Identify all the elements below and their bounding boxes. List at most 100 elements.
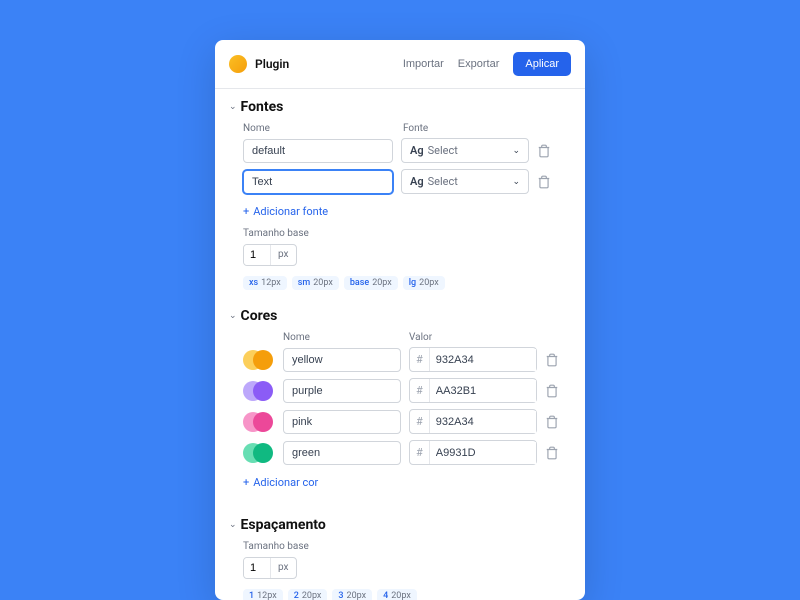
swatch-dot (253, 381, 273, 401)
color-name-input[interactable] (283, 379, 401, 403)
hex-value[interactable] (430, 349, 536, 371)
header-actions: Importar Exportar Aplicar (403, 52, 571, 76)
font-select[interactable]: Ag Select ⌄ (401, 138, 529, 163)
hash-prefix: # (410, 441, 430, 464)
fonts-section: ⌄ Fontes Nome Fonte Ag Select ⌄ (229, 99, 571, 290)
base-size-unit: px (270, 558, 296, 578)
spacing-header[interactable]: ⌄ Espaçamento (229, 517, 571, 533)
hash-prefix: # (410, 379, 430, 402)
scale-chip[interactable]: base20px (344, 276, 398, 290)
font-row: Ag Select ⌄ (229, 138, 571, 163)
chevron-down-icon: ⌄ (229, 102, 237, 112)
font-name-input[interactable] (243, 170, 393, 194)
fonts-header[interactable]: ⌄ Fontes (229, 99, 571, 115)
hex-value[interactable] (430, 442, 536, 464)
trash-icon (545, 446, 559, 460)
base-size-label: Tamanho base (243, 228, 571, 239)
font-name-input[interactable] (243, 139, 393, 163)
color-name-input[interactable] (283, 348, 401, 372)
base-size-unit: px (270, 245, 296, 265)
chevron-down-icon: ⌄ (512, 177, 520, 187)
font-select[interactable]: Ag Select ⌄ (401, 169, 529, 194)
add-color-label: Adicionar cor (253, 476, 318, 489)
content: ⌄ Fontes Nome Fonte Ag Select ⌄ (215, 89, 585, 600)
trash-icon (537, 144, 551, 158)
scale-chip[interactable]: 420px (377, 589, 417, 600)
value-label: Valor (409, 332, 432, 343)
name-label: Nome (243, 123, 393, 134)
base-size-value[interactable] (244, 558, 270, 578)
color-hex-input: # (409, 347, 537, 372)
chevron-down-icon: ⌄ (229, 520, 237, 530)
delete-button[interactable] (545, 352, 561, 368)
chevron-down-icon: ⌄ (512, 146, 520, 156)
font-label: Fonte (403, 123, 571, 134)
colors-header[interactable]: ⌄ Cores (229, 308, 571, 324)
hex-value[interactable] (430, 380, 536, 402)
font-preview-icon: Ag (410, 175, 424, 188)
logo-icon (229, 55, 247, 73)
color-swatch[interactable] (243, 411, 275, 433)
color-row: # (229, 440, 571, 465)
font-scale-chips: xs12px sm20px base20px lg20px (243, 276, 571, 290)
export-button[interactable]: Exportar (458, 58, 500, 70)
color-row: # (229, 347, 571, 372)
app-name: Plugin (255, 57, 289, 71)
spacing-scale-chips: 112px 220px 320px 420px (243, 589, 571, 600)
scale-chip[interactable]: 112px (243, 589, 283, 600)
swatch-dot (253, 443, 273, 463)
font-preview-icon: Ag (410, 144, 424, 157)
base-size-input: px (243, 244, 297, 266)
spacing-title: Espaçamento (241, 517, 326, 533)
trash-icon (537, 175, 551, 189)
color-hex-input: # (409, 440, 537, 465)
hash-prefix: # (410, 348, 430, 371)
color-hex-input: # (409, 378, 537, 403)
delete-button[interactable] (537, 174, 553, 190)
base-size-input: px (243, 557, 297, 579)
color-row: # (229, 378, 571, 403)
plus-icon: + (243, 205, 249, 218)
color-name-input[interactable] (283, 441, 401, 465)
scale-chip[interactable]: 320px (332, 589, 372, 600)
font-select-placeholder: Select (428, 144, 458, 157)
chevron-down-icon: ⌄ (229, 311, 237, 321)
add-color-button[interactable]: + Adicionar cor (243, 476, 318, 489)
name-label: Nome (283, 332, 401, 343)
swatch-dot (253, 350, 273, 370)
color-swatch[interactable] (243, 349, 275, 371)
hash-prefix: # (410, 410, 430, 433)
trash-icon (545, 384, 559, 398)
add-font-label: Adicionar fonte (253, 205, 328, 218)
header: Plugin Importar Exportar Aplicar (215, 40, 585, 89)
font-select-placeholder: Select (428, 175, 458, 188)
color-name-input[interactable] (283, 410, 401, 434)
spacing-section: ⌄ Espaçamento Tamanho base px 112px 220p… (229, 517, 571, 600)
delete-button[interactable] (537, 143, 553, 159)
swatch-dot (253, 412, 273, 432)
scale-chip[interactable]: sm20px (292, 276, 339, 290)
color-row: # (229, 409, 571, 434)
scale-chip[interactable]: lg20px (403, 276, 445, 290)
delete-button[interactable] (545, 445, 561, 461)
hex-value[interactable] (430, 411, 536, 433)
base-size-label: Tamanho base (243, 541, 571, 552)
font-row: Ag Select ⌄ (229, 169, 571, 194)
import-button[interactable]: Importar (403, 58, 444, 70)
colors-title: Cores (241, 308, 278, 324)
color-swatch[interactable] (243, 442, 275, 464)
plus-icon: + (243, 476, 249, 489)
colors-column-labels: Nome Valor (229, 332, 571, 343)
plugin-panel: Plugin Importar Exportar Aplicar ⌄ Fonte… (215, 40, 585, 600)
base-size-value[interactable] (244, 245, 270, 265)
colors-section: ⌄ Cores Nome Valor # (229, 308, 571, 499)
color-swatch[interactable] (243, 380, 275, 402)
trash-icon (545, 353, 559, 367)
delete-button[interactable] (545, 383, 561, 399)
apply-button[interactable]: Aplicar (513, 52, 571, 76)
delete-button[interactable] (545, 414, 561, 430)
trash-icon (545, 415, 559, 429)
scale-chip[interactable]: 220px (288, 589, 328, 600)
add-font-button[interactable]: + Adicionar fonte (243, 205, 328, 218)
scale-chip[interactable]: xs12px (243, 276, 287, 290)
